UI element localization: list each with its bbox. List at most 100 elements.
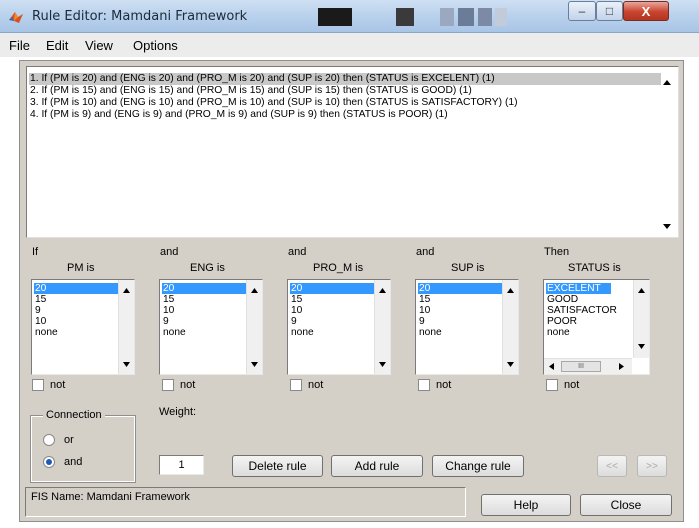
list-item[interactable]: 20 — [290, 283, 374, 294]
list-item[interactable]: 15 — [34, 294, 118, 305]
list-item[interactable]: 10 — [34, 316, 118, 327]
rule-item[interactable]: 4. If (PM is 9) and (ENG is 9) and (PRO_… — [30, 109, 448, 121]
scroll-down-icon[interactable] — [379, 362, 386, 367]
list-item[interactable]: none — [290, 327, 374, 338]
pm-not-checkbox[interactable] — [32, 379, 44, 391]
pro-m-not-checkbox[interactable] — [290, 379, 302, 391]
help-button[interactable]: Help — [481, 494, 571, 516]
pro-m-listbox[interactable]: 20 15 10 9 none — [287, 279, 391, 375]
scroll-down-icon[interactable] — [638, 344, 645, 349]
fis-name-label: FIS Name: Mamdani Framework — [31, 491, 190, 503]
menu-view[interactable]: View — [85, 38, 113, 53]
connection-group — [30, 415, 136, 483]
list-item[interactable]: none — [418, 327, 502, 338]
list-item[interactable]: 15 — [290, 294, 374, 305]
list-item[interactable]: none — [546, 327, 630, 338]
list-item[interactable]: 9 — [34, 305, 118, 316]
list-item[interactable]: 9 — [418, 316, 502, 327]
list-item[interactable]: 9 — [162, 316, 246, 327]
rule-item[interactable]: 2. If (PM is 15) and (ENG is 15) and (PR… — [30, 85, 472, 97]
scroll-up-icon[interactable] — [123, 288, 130, 293]
scroll-up-icon[interactable] — [663, 79, 671, 85]
scroll-down-icon[interactable] — [507, 362, 514, 367]
scroll-down-icon[interactable] — [251, 362, 258, 367]
and-radio[interactable] — [43, 456, 55, 468]
next-rule-button[interactable]: >> — [637, 455, 667, 477]
horizontal-scrollbar[interactable]: III — [544, 358, 632, 374]
scroll-left-icon[interactable] — [549, 363, 554, 370]
obscured-region — [495, 8, 507, 26]
close-window-button[interactable]: X — [623, 1, 669, 21]
menu-bar: File Edit View Options — [0, 33, 699, 57]
scroll-right-icon[interactable] — [619, 363, 624, 370]
variable-label-eng: ENG is — [190, 262, 225, 274]
eng-not-checkbox[interactable] — [162, 379, 174, 391]
scroll-up-icon[interactable] — [379, 288, 386, 293]
add-rule-button[interactable]: Add rule — [331, 455, 423, 477]
status-listbox[interactable]: EXCELENT GOOD SATISFACTOR POOR none III — [543, 279, 650, 375]
connection-title: Connection — [43, 409, 105, 421]
sup-listbox[interactable]: 20 15 10 9 none — [415, 279, 519, 375]
scroll-thumb[interactable]: III — [561, 361, 601, 372]
connector-label: Then — [544, 246, 570, 258]
close-button[interactable]: Close — [580, 494, 672, 516]
menu-edit[interactable]: Edit — [46, 38, 68, 53]
eng-listbox[interactable]: 20 15 10 9 none — [159, 279, 263, 375]
previous-rule-button[interactable]: << — [597, 455, 627, 477]
menu-file[interactable]: File — [9, 38, 30, 53]
list-item[interactable]: 9 — [290, 316, 374, 327]
list-item[interactable]: 15 — [418, 294, 502, 305]
variable-label-pro-m: PRO_M is — [313, 262, 364, 274]
vertical-scrollbar[interactable] — [118, 280, 134, 374]
pm-listbox[interactable]: 20 15 9 10 none — [31, 279, 135, 375]
list-item[interactable]: 10 — [290, 305, 374, 316]
or-radio[interactable] — [43, 434, 55, 446]
obscured-region — [478, 8, 492, 26]
delete-rule-button[interactable]: Delete rule — [232, 455, 323, 477]
matlab-logo-icon — [9, 12, 23, 23]
list-item[interactable]: GOOD — [546, 294, 630, 305]
list-item[interactable]: EXCELENT — [546, 283, 611, 294]
obscured-region — [396, 8, 414, 26]
list-item[interactable]: 10 — [162, 305, 246, 316]
sup-not-checkbox[interactable] — [418, 379, 430, 391]
list-item[interactable]: POOR — [546, 316, 630, 327]
weight-input[interactable]: 1 — [159, 455, 204, 475]
maximize-button[interactable]: □ — [596, 1, 623, 21]
change-rule-button[interactable]: Change rule — [432, 455, 524, 477]
list-item[interactable]: 20 — [162, 283, 246, 294]
variable-label-pm: PM is — [67, 262, 95, 274]
connector-label: If — [32, 246, 39, 258]
not-label: not — [564, 379, 580, 391]
list-item[interactable]: 15 — [162, 294, 246, 305]
or-label: or — [64, 434, 74, 446]
window-title: Rule Editor: Mamdani Framework — [32, 9, 248, 24]
vertical-scrollbar[interactable] — [633, 280, 649, 358]
menu-options[interactable]: Options — [133, 38, 178, 53]
connector-label: and — [288, 246, 307, 258]
obscured-region — [318, 8, 352, 26]
scroll-up-icon[interactable] — [251, 288, 258, 293]
vertical-scrollbar[interactable] — [374, 280, 390, 374]
close-icon: X — [641, 3, 651, 19]
list-item[interactable]: none — [162, 327, 246, 338]
rule-item[interactable]: 3. If (PM is 10) and (ENG is 10) and (PR… — [30, 97, 518, 109]
rule-item[interactable]: 1. If (PM is 20) and (ENG is 20) and (PR… — [29, 73, 661, 85]
minimize-button[interactable]: – — [568, 1, 596, 21]
status-not-checkbox[interactable] — [546, 379, 558, 391]
connector-label: and — [160, 246, 179, 258]
minimize-icon: – — [578, 4, 586, 18]
scroll-down-icon[interactable] — [663, 224, 671, 230]
list-item[interactable]: 20 — [34, 283, 118, 294]
list-item[interactable]: SATISFACTOR — [546, 305, 630, 316]
connector-label: and — [416, 246, 435, 258]
list-item[interactable]: none — [34, 327, 118, 338]
scroll-up-icon[interactable] — [507, 288, 514, 293]
list-item[interactable]: 20 — [418, 283, 502, 294]
list-item[interactable]: 10 — [418, 305, 502, 316]
scroll-down-icon[interactable] — [123, 362, 130, 367]
vertical-scrollbar[interactable] — [502, 280, 518, 374]
obscured-region — [458, 8, 474, 26]
vertical-scrollbar[interactable] — [246, 280, 262, 374]
scroll-up-icon[interactable] — [638, 288, 645, 293]
